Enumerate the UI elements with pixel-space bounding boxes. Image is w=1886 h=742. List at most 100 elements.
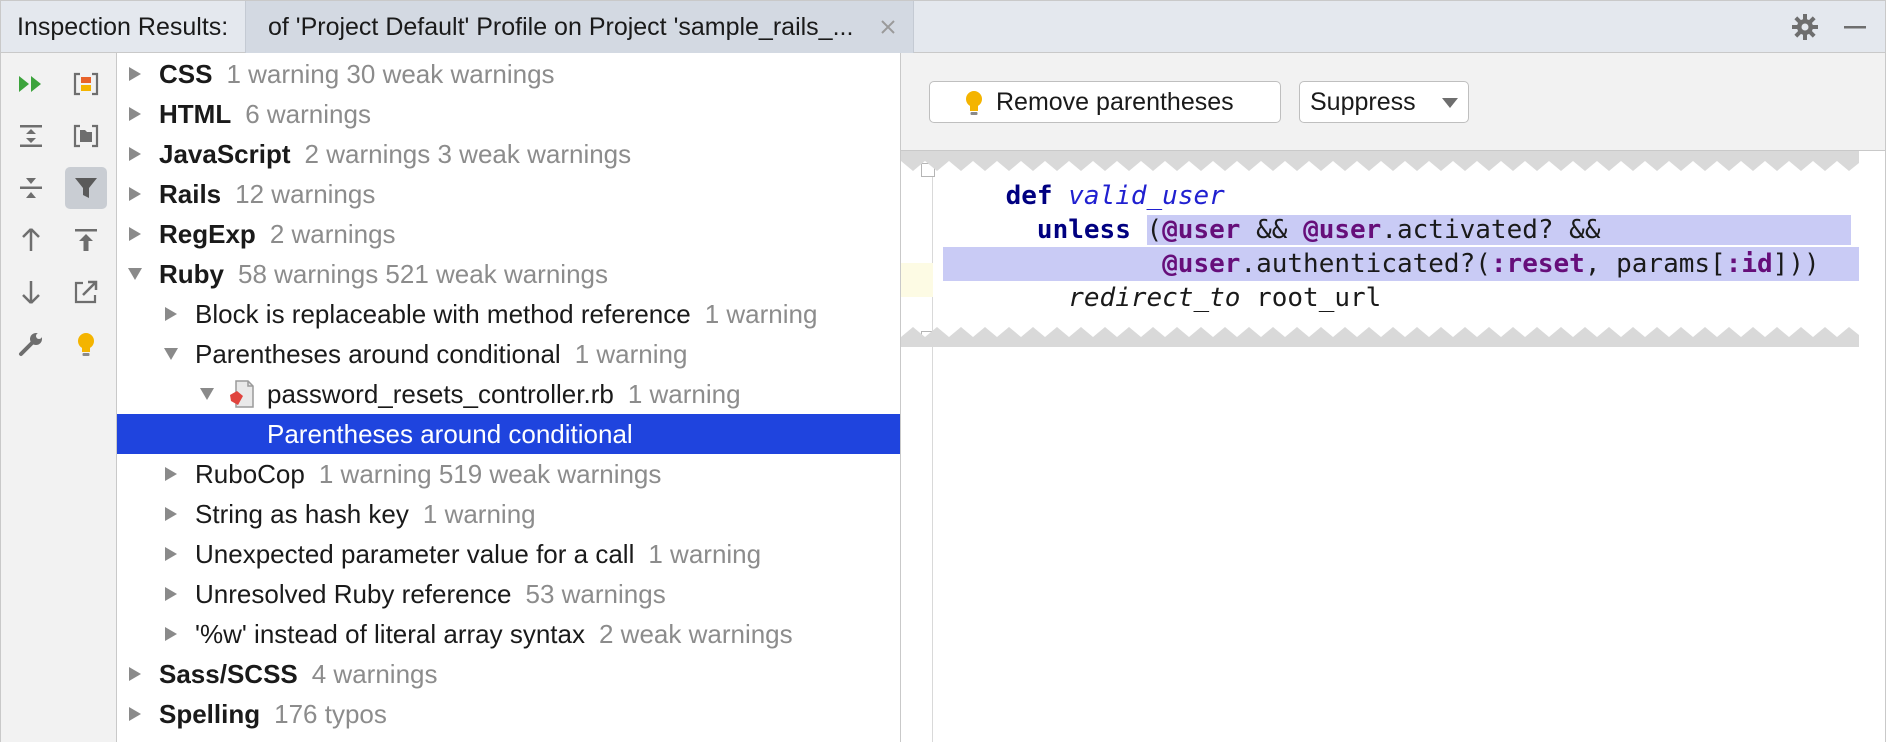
collapse-all-button[interactable] bbox=[10, 167, 52, 209]
expand-arrow-icon[interactable] bbox=[123, 94, 147, 134]
collapse-arrow-icon[interactable] bbox=[123, 254, 147, 294]
tree-node-w-literal-array[interactable]: '%w' instead of literal array syntax 2 we… bbox=[117, 614, 900, 654]
node-count: 1 warning bbox=[574, 339, 688, 369]
tree-node-file[interactable]: password_resets_controller.rb 1 warning bbox=[117, 374, 900, 414]
expand-arrow-icon[interactable] bbox=[159, 614, 183, 654]
tree-node-rubocop[interactable]: RuboCop 1 warning 519 weak warnings bbox=[117, 454, 900, 494]
code-preview-editor[interactable]: def valid_user unless (@user && @user.ac… bbox=[901, 151, 1885, 742]
tree-node-css[interactable]: CSS 1 warning 30 weak warnings bbox=[117, 54, 900, 94]
tree-node-sass-scss[interactable]: Sass/SCSS 4 warnings bbox=[117, 654, 900, 694]
node-count: 2 warnings bbox=[269, 219, 396, 249]
rerun-button[interactable] bbox=[10, 63, 52, 105]
tree-node-spelling[interactable]: Spelling 176 typos bbox=[117, 694, 900, 734]
inspection-results-window: Inspection Results: of 'Project Default'… bbox=[0, 0, 1886, 742]
expand-arrow-icon[interactable] bbox=[123, 54, 147, 94]
edit-settings-button[interactable] bbox=[10, 323, 52, 365]
node-count: 2 warnings 3 weak warnings bbox=[304, 139, 632, 169]
tree-node-problem-selected[interactable]: Parentheses around conditional bbox=[117, 414, 900, 454]
export-button[interactable] bbox=[65, 63, 107, 105]
expand-arrow-icon[interactable] bbox=[123, 214, 147, 254]
next-occurrence-button[interactable] bbox=[10, 271, 52, 313]
node-name: Spelling bbox=[159, 699, 261, 729]
tree-node-block-replaceable[interactable]: Block is replaceable with method referen… bbox=[117, 294, 900, 334]
node-name: Sass/SCSS bbox=[159, 659, 298, 689]
node-count: 4 warnings bbox=[311, 659, 438, 689]
tree-node-unexpected-parameter[interactable]: Unexpected parameter value for a call 1 w… bbox=[117, 534, 900, 574]
expand-arrow-icon[interactable] bbox=[159, 574, 183, 614]
node-count: 1 warning bbox=[704, 299, 818, 329]
autoscroll-from-source-button[interactable] bbox=[65, 219, 107, 261]
tab-label: of 'Project Default' Profile on Project … bbox=[268, 13, 854, 41]
ruby-file-icon bbox=[230, 380, 254, 408]
collapse-arrow-icon[interactable] bbox=[159, 334, 183, 374]
close-icon[interactable] bbox=[874, 13, 902, 41]
node-name: JavaScript bbox=[159, 139, 291, 169]
gear-icon[interactable] bbox=[1791, 13, 1819, 41]
suppress-label: Suppress bbox=[1310, 88, 1416, 116]
node-name: Unexpected parameter value for a call bbox=[195, 539, 635, 569]
inspection-results-tab[interactable]: of 'Project Default' Profile on Project … bbox=[245, 1, 914, 53]
tree-node-ruby[interactable]: Ruby 58 warnings 521 weak warnings bbox=[117, 254, 900, 294]
node-count: 6 warnings bbox=[245, 99, 371, 129]
node-count: 1 warning bbox=[648, 539, 762, 569]
autoscroll-from-source-icon bbox=[75, 229, 97, 251]
group-by-directory-button[interactable] bbox=[65, 115, 107, 157]
expand-arrow-icon[interactable] bbox=[159, 534, 183, 574]
node-count: 58 warnings 521 weak warnings bbox=[238, 259, 608, 289]
code-line-2: unless (@user && @user.activated? && bbox=[943, 213, 1859, 247]
previous-occurrence-button[interactable] bbox=[10, 219, 52, 261]
suppress-dropdown[interactable]: Suppress bbox=[1299, 81, 1469, 123]
editor-gutter bbox=[901, 151, 933, 742]
expand-arrow-icon[interactable] bbox=[123, 654, 147, 694]
open-in-editor-icon bbox=[74, 280, 98, 304]
folded-region-bottom bbox=[901, 327, 1859, 347]
group-by-directory-icon bbox=[73, 124, 99, 148]
chevron-down-icon bbox=[1442, 98, 1458, 108]
node-name: HTML bbox=[159, 99, 232, 129]
expand-arrow-icon[interactable] bbox=[123, 174, 147, 214]
code-line-4: redirect_to root_url bbox=[1068, 283, 1382, 313]
inspection-tree[interactable]: CSS 1 warning 30 weak warnings HTML 6 warn… bbox=[117, 53, 901, 742]
expand-arrow-icon[interactable] bbox=[159, 494, 183, 534]
expand-all-button[interactable] bbox=[10, 115, 52, 157]
filter-icon bbox=[75, 178, 97, 198]
tree-node-regexp[interactable]: RegExp 2 warnings bbox=[117, 214, 900, 254]
remove-parentheses-button[interactable]: Remove parentheses bbox=[929, 81, 1281, 123]
quick-fix-button[interactable] bbox=[65, 323, 107, 365]
export-icon bbox=[73, 72, 99, 96]
expand-arrow-icon[interactable] bbox=[123, 134, 147, 174]
expand-arrow-icon[interactable] bbox=[159, 294, 183, 334]
tree-node-javascript[interactable]: JavaScript 2 warnings 3 weak warnings bbox=[117, 134, 900, 174]
tree-node-rails[interactable]: Rails 12 warnings bbox=[117, 174, 900, 214]
inspection-toolbar bbox=[1, 53, 117, 742]
fix-button-label: Remove parentheses bbox=[996, 88, 1234, 116]
quick-fix-bar: Remove parentheses Suppress bbox=[901, 53, 1885, 151]
current-line-marker bbox=[901, 263, 933, 297]
tree-node-html[interactable]: HTML 6 warnings bbox=[117, 94, 900, 134]
problem-detail-panel: Remove parentheses Suppress def valid_us… bbox=[901, 53, 1885, 742]
tool-window-title: Inspection Results: bbox=[17, 13, 229, 41]
node-name: Parentheses around conditional bbox=[195, 339, 561, 369]
expand-arrow-icon[interactable] bbox=[159, 454, 183, 494]
minimize-icon[interactable] bbox=[1841, 13, 1869, 41]
node-name: Ruby bbox=[159, 259, 224, 289]
tree-node-unresolved-reference[interactable]: Unresolved Ruby reference 53 warnings bbox=[117, 574, 900, 614]
node-count: 53 warnings bbox=[525, 579, 666, 609]
tree-node-parentheses-around-conditional[interactable]: Parentheses around conditional 1 warning bbox=[117, 334, 900, 374]
next-occurrence-icon bbox=[22, 281, 40, 304]
node-name: Parentheses around conditional bbox=[267, 419, 633, 449]
tree-node-string-as-hash-key[interactable]: String as hash key 1 warning bbox=[117, 494, 900, 534]
node-count: 2 weak warnings bbox=[598, 619, 793, 649]
lightbulb-icon bbox=[966, 91, 982, 115]
node-count: 176 typos bbox=[274, 699, 387, 729]
collapse-all-icon bbox=[20, 178, 42, 198]
node-count: 1 warning bbox=[627, 379, 741, 409]
expand-all-icon bbox=[20, 125, 42, 147]
rerun-icon bbox=[19, 76, 41, 92]
collapse-arrow-icon[interactable] bbox=[195, 374, 219, 414]
open-in-editor-button[interactable] bbox=[65, 271, 107, 313]
node-name: String as hash key bbox=[195, 499, 409, 529]
node-name: RegExp bbox=[159, 219, 256, 249]
filter-button[interactable] bbox=[65, 167, 107, 209]
expand-arrow-icon[interactable] bbox=[123, 694, 147, 734]
